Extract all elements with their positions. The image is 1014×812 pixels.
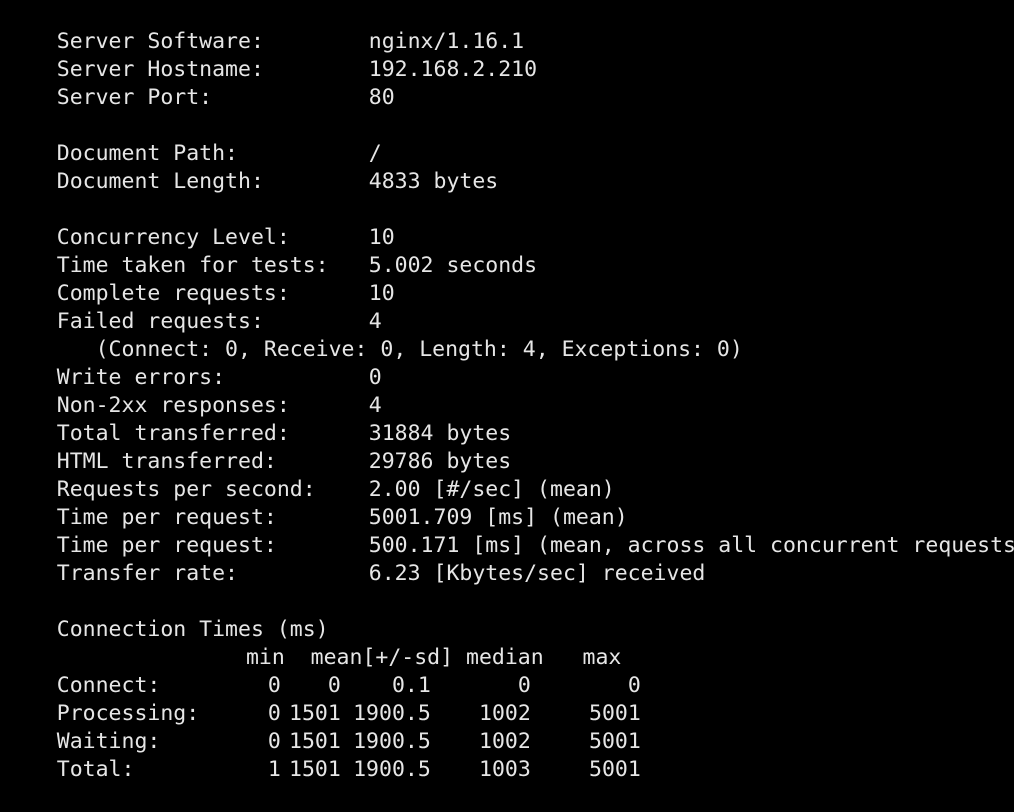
cell-max: 5001 [589, 757, 641, 782]
table-row: Waiting: 0 1501 1900.5 1002 5001 [5, 700, 1014, 754]
connection-times-title: Connection Times (ms) [5, 588, 1014, 642]
cell-median: 1003 [479, 757, 531, 782]
document-path-line: Document Path: / [5, 112, 1014, 166]
line-label: Server Port: [56, 85, 213, 110]
cell-sd: 1900.5 [353, 757, 431, 782]
cell-min: 1 [267, 757, 281, 782]
line-value: 6.23 [Kbytes/sec] received [368, 561, 706, 586]
requests-per-second-line: Requests per second: 2.00 [#/sec] (mean) [5, 448, 1014, 502]
html-transferred-line: HTML transferred: 29786 bytes [5, 420, 1014, 474]
line-label: Document Length: [56, 169, 264, 194]
server-software-line: Server Software: nginx/1.16.1 [5, 0, 1014, 54]
cell-mean: 1501 [289, 757, 341, 782]
line-value: 80 [368, 85, 395, 110]
write-errors-line: Write errors: 0 [5, 336, 1014, 390]
row-label: Total: [56, 757, 135, 782]
time-per-request-concurrent-line: Time per request: 500.171 [ms] (mean, acr… [5, 504, 1014, 558]
time-taken-line: Time taken for tests: 5.002 seconds [5, 224, 1014, 278]
line-label: Transfer rate: [56, 561, 238, 586]
failed-detail-line: (Connect: 0, Receive: 0, Length: 4, Exce… [5, 308, 1014, 362]
table-row: Processing: 0 1501 1900.5 1002 5001 [5, 672, 1014, 726]
server-port-line: Server Port: 80 [5, 56, 1014, 110]
total-transferred-line: Total transferred: 31884 bytes [5, 392, 1014, 446]
table-row: Connect: 0 0 0.1 0 0 [5, 644, 1014, 698]
time-per-request-line: Time per request: 5001.709 [ms] (mean) [5, 476, 1014, 530]
document-length-line: Document Length: 4833 bytes [5, 140, 1014, 194]
failed-requests-line: Failed requests: 4 [5, 280, 1014, 334]
server-hostname-line: Server Hostname: 192.168.2.210 [5, 28, 1014, 82]
table-row: Total: 1 1501 1900.5 1003 5001 [5, 728, 1014, 782]
concurrency-level-line: Concurrency Level: 10 [5, 196, 1014, 250]
complete-requests-line: Complete requests: 10 [5, 252, 1014, 306]
line-value: 4833 bytes [368, 169, 499, 194]
non-2xx-line: Non-2xx responses: 4 [5, 364, 1014, 418]
connection-times-header: min mean[+/-sd] median max [5, 616, 1014, 670]
transfer-rate-line: Transfer rate: 6.23 [Kbytes/sec] received [5, 532, 1014, 586]
terminal-window[interactable]: Server Software: nginx/1.16.1 Server Host… [0, 0, 1014, 784]
